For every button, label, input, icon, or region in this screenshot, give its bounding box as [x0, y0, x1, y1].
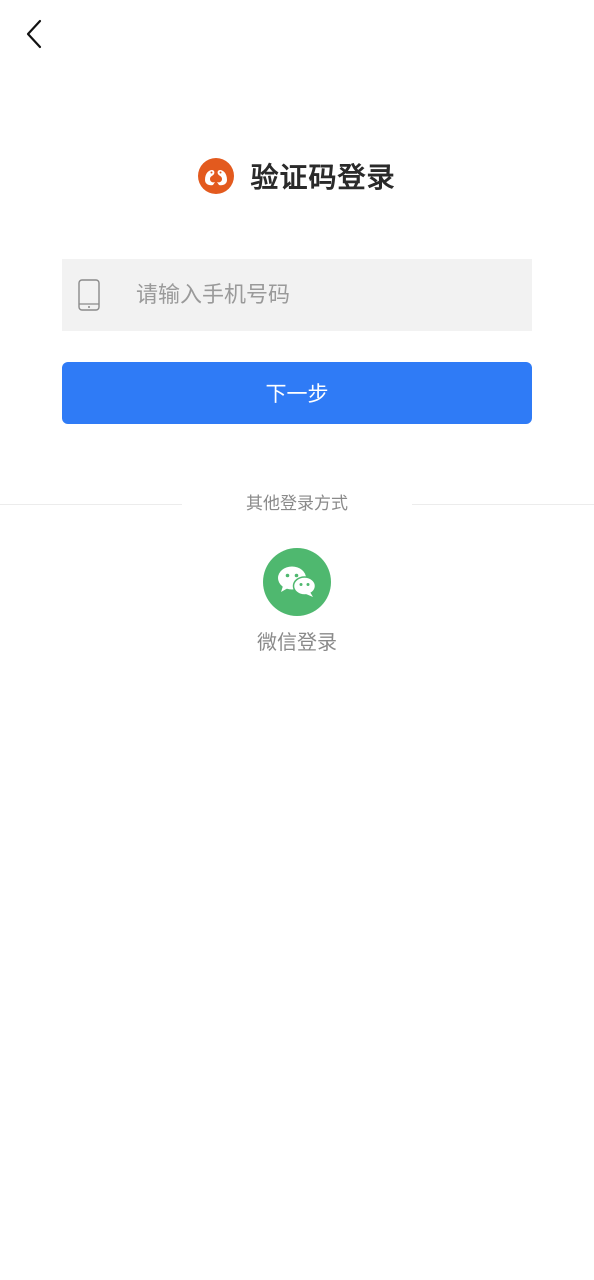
wechat-login-label[interactable]: 微信登录: [0, 628, 594, 656]
mobile-phone-icon: [77, 278, 101, 312]
wechat-icon: [278, 566, 317, 597]
chevron-left-icon: [26, 19, 42, 49]
title-row: 验证码登录: [0, 152, 594, 200]
page-title: 验证码登录: [250, 161, 396, 194]
phone-number-input[interactable]: [134, 258, 532, 332]
other-login-methods-heading: 其他登录方式: [246, 494, 348, 514]
next-step-button[interactable]: 下一步: [62, 362, 532, 424]
back-button[interactable]: [16, 16, 52, 52]
wechat-login-button[interactable]: [263, 548, 331, 616]
phone-field[interactable]: [62, 258, 532, 332]
brand-logo-icon: [198, 158, 235, 194]
